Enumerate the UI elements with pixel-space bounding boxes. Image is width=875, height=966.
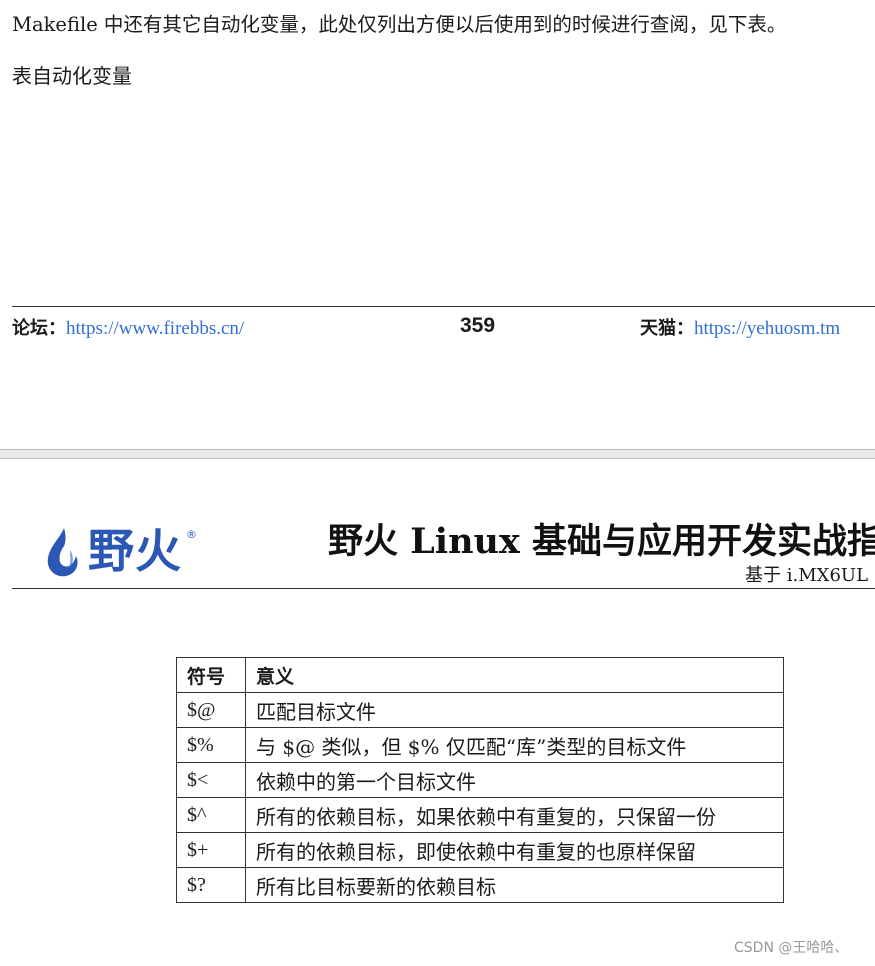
- table-row: $? 所有比目标要新的依赖目标: [176, 867, 784, 903]
- flame-logo-icon: [47, 528, 78, 577]
- automatic-variables-table: 符号 意义 $@ 匹配目标文件 $% 与 $@ 类似，但 $% 仅匹配“库”类型…: [176, 657, 784, 903]
- table-row: $+ 所有的依赖目标，即使依赖中有重复的也原样保留: [176, 832, 784, 868]
- table-row: $^ 所有的依赖目标，如果依赖中有重复的，只保留一份: [176, 797, 784, 833]
- table-row: $@ 匹配目标文件: [176, 692, 784, 728]
- symbol-cell: $<: [176, 762, 246, 798]
- tmall-link[interactable]: https://yehuosm.tm: [694, 318, 840, 339]
- logo-wordmark: 野火: [88, 524, 182, 578]
- symbol-cell: $@: [176, 692, 246, 728]
- footer-divider: [12, 306, 875, 307]
- footer-forum: 论坛：https://www.firebbs.cn/: [12, 316, 244, 341]
- symbol-cell: $%: [176, 727, 246, 763]
- meaning-cell: 所有的依赖目标，即使依赖中有重复的也原样保留: [245, 832, 784, 868]
- meaning-cell: 匹配目标文件: [245, 692, 784, 728]
- symbol-cell: $?: [176, 867, 246, 903]
- forum-label: 论坛：: [12, 318, 66, 339]
- header-meaning: 意义: [245, 657, 784, 693]
- table-caption: 表自动化变量: [12, 64, 132, 88]
- table-header-row: 符号 意义: [176, 657, 784, 693]
- meaning-cell: 所有的依赖目标，如果依赖中有重复的，只保留一份: [245, 797, 784, 833]
- page-separator: [0, 449, 875, 459]
- footer-tmall: 天猫：https://yehuosm.tm: [640, 316, 840, 341]
- symbol-cell: $+: [176, 832, 246, 868]
- page-number: 359: [460, 314, 496, 337]
- csdn-watermark: CSDN @王哈哈、: [734, 940, 849, 956]
- forum-link[interactable]: https://www.firebbs.cn/: [66, 318, 244, 339]
- tmall-label: 天猫：: [640, 318, 694, 339]
- book-title: 野火 Linux 基础与应用开发实战指: [328, 521, 875, 562]
- meaning-cell: 依赖中的第一个目标文件: [245, 762, 784, 798]
- book-subtitle: 基于 i.MX6UL: [745, 565, 869, 586]
- intro-paragraph: Makefile 中还有其它自动化变量，此处仅列出方便以后使用到的时候进行查阅，…: [12, 13, 787, 36]
- header-symbol: 符号: [176, 657, 246, 693]
- upper-pdf-page: Makefile 中还有其它自动化变量，此处仅列出方便以后使用到的时候进行查阅，…: [0, 0, 875, 449]
- meaning-cell: 所有比目标要新的依赖目标: [245, 867, 784, 903]
- header-divider: [12, 588, 875, 589]
- symbol-cell: $^: [176, 797, 246, 833]
- meaning-cell: 与 $@ 类似，但 $% 仅匹配“库”类型的目标文件: [245, 727, 784, 763]
- table-row: $% 与 $@ 类似，但 $% 仅匹配“库”类型的目标文件: [176, 727, 784, 763]
- table-row: $< 依赖中的第一个目标文件: [176, 762, 784, 798]
- registered-mark: ®: [186, 528, 197, 541]
- brand-logo: 野火 ®: [40, 522, 210, 582]
